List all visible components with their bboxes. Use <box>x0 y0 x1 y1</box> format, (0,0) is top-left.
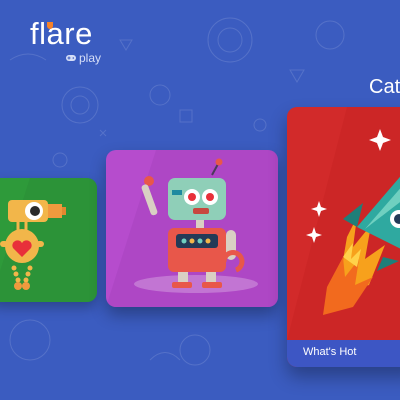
logo-sub-text: play <box>79 51 102 65</box>
category-heading: Cat <box>369 76 400 98</box>
game-tile-green-robot[interactable] <box>0 178 97 302</box>
robot-illustration <box>0 178 97 302</box>
logo-brand-text: flare <box>30 16 93 51</box>
gamepad-icon <box>66 55 76 61</box>
logo-flame-accent <box>47 22 53 29</box>
game-tile-rocket[interactable]: What's Hot <box>287 107 400 367</box>
logo-sub-row: play <box>66 52 101 64</box>
tile-label-bar: What's Hot <box>287 340 400 367</box>
tile-label: What's Hot <box>303 346 357 358</box>
game-tile-purple-robot[interactable] <box>106 150 278 307</box>
robot-illustration <box>106 150 278 307</box>
rocket-illustration <box>287 107 400 340</box>
